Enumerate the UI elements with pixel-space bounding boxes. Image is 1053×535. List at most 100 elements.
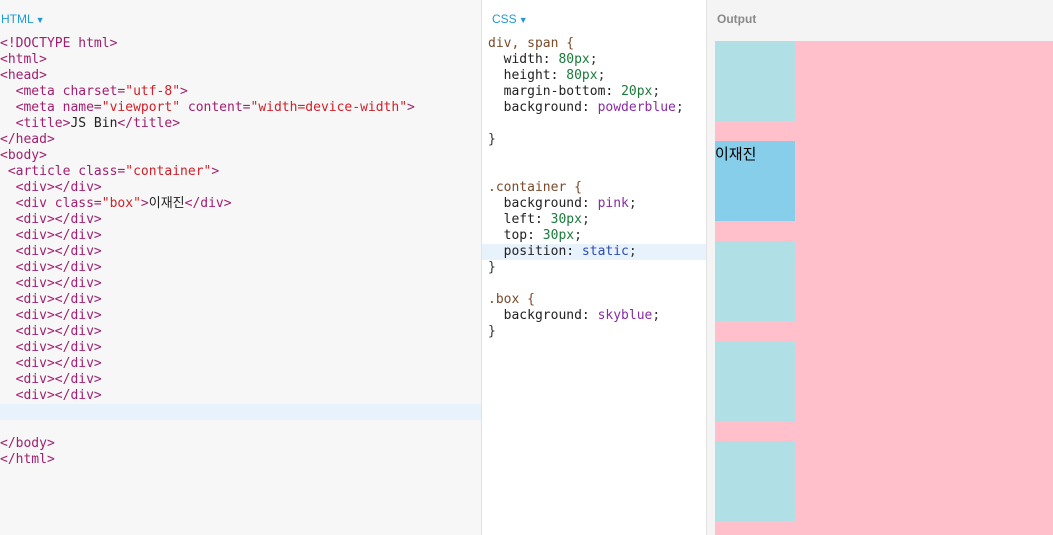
css-code-token: ;	[574, 228, 582, 243]
css-code-token: 80px	[566, 68, 598, 83]
html-panel-toggle[interactable]: HTML ▼	[1, 12, 45, 26]
html-code-line[interactable]: <meta charset="utf-8">	[0, 84, 481, 100]
html-code-line[interactable]: <meta name="viewport" content="width=dev…	[0, 100, 481, 116]
css-code-token: 30px	[550, 212, 582, 227]
html-code-token: <meta	[15, 84, 63, 99]
html-code-line[interactable]	[0, 404, 481, 420]
css-code-line[interactable]: }	[482, 324, 706, 340]
html-code-line[interactable]: <div class="box">이재진</div>	[0, 196, 481, 212]
html-code-token: <div></div>	[15, 388, 102, 403]
css-code-line[interactable]: margin-bottom: 20px;	[482, 84, 706, 100]
html-code-token: <div></div>	[15, 372, 102, 387]
html-code-token: <html>	[0, 52, 47, 67]
css-code-token: ;	[652, 84, 661, 99]
html-code-line[interactable]: </head>	[0, 132, 481, 148]
html-code-line[interactable]: <title>JS Bin</title>	[0, 116, 481, 132]
html-code-line[interactable]: <div></div>	[0, 388, 481, 404]
html-code-token	[0, 244, 16, 259]
css-code-line[interactable]: div, span {	[482, 36, 706, 52]
html-code-token: JS Bin	[70, 116, 118, 131]
html-code-token: >	[211, 164, 220, 179]
css-code-token: ;	[597, 68, 606, 83]
css-code-line[interactable]: background: skyblue;	[482, 308, 706, 324]
html-code-line[interactable]: <div></div>	[0, 372, 481, 388]
html-code-token	[0, 324, 16, 339]
html-code-line[interactable]: <div></div>	[0, 276, 481, 292]
css-code-token: ;	[628, 244, 637, 259]
html-code-token: charset=	[62, 84, 126, 99]
css-code-token: ;	[652, 308, 661, 323]
html-code-line[interactable]: <div></div>	[0, 212, 481, 228]
html-code-token	[0, 292, 16, 307]
html-code-token: class=	[78, 164, 126, 179]
html-code-line[interactable]: <body>	[0, 148, 481, 164]
html-code-line[interactable]: <div></div>	[0, 356, 481, 372]
css-code-editor[interactable]: div, span { width: 80px; height: 80px; m…	[482, 36, 706, 340]
css-code-line[interactable]: position: static;	[482, 244, 706, 260]
css-code-line[interactable]	[482, 116, 706, 132]
css-code-line[interactable]: top: 30px;	[482, 228, 706, 244]
css-code-line[interactable]: .box {	[482, 292, 706, 308]
css-code-line[interactable]: .container {	[482, 180, 706, 196]
html-code-token	[0, 356, 16, 371]
html-code-line[interactable]: <div></div>	[0, 308, 481, 324]
html-code-token: </head>	[0, 132, 55, 147]
html-code-token: "viewport"	[101, 100, 181, 115]
html-code-token: <div></div>	[15, 340, 102, 355]
html-code-token	[0, 228, 16, 243]
html-code-editor[interactable]: <!DOCTYPE html> <html> <head> <meta charse…	[0, 36, 481, 468]
css-code-token: ;	[589, 52, 598, 67]
html-code-token	[0, 180, 16, 195]
output-container-article: 이재진	[715, 41, 1053, 535]
output-div	[715, 441, 795, 521]
html-code-line[interactable]: <head>	[0, 68, 481, 84]
css-code-token: height:	[488, 68, 567, 83]
css-code-line[interactable]: width: 80px;	[482, 52, 706, 68]
css-code-token: 80px	[558, 52, 590, 67]
css-code-line[interactable]	[482, 276, 706, 292]
css-code-token: margin-bottom:	[488, 84, 622, 99]
css-code-line[interactable]	[482, 148, 706, 164]
html-code-line[interactable]: <div></div>	[0, 260, 481, 276]
html-code-line[interactable]: <div></div>	[0, 228, 481, 244]
css-code-token: position:	[488, 244, 582, 259]
output-panel-label: Output	[717, 12, 757, 26]
html-code-line[interactable]	[0, 420, 481, 436]
css-code-token: .box {	[488, 292, 535, 307]
css-code-line[interactable]: background: pink;	[482, 196, 706, 212]
html-code-token: name=	[62, 100, 102, 115]
html-code-line[interactable]: <div></div>	[0, 340, 481, 356]
css-code-line[interactable]: }	[482, 132, 706, 148]
html-code-token: <div></div>	[15, 292, 102, 307]
css-code-token: pink	[597, 196, 629, 211]
css-code-line[interactable]: background: powderblue;	[482, 100, 706, 116]
html-code-line[interactable]: <!DOCTYPE html>	[0, 36, 481, 52]
html-code-token	[0, 372, 16, 387]
html-code-token	[0, 100, 16, 115]
css-code-line[interactable]: left: 30px;	[482, 212, 706, 228]
html-code-line[interactable]: <div></div>	[0, 180, 481, 196]
css-code-token: background:	[488, 100, 598, 115]
html-code-token: <!DOCTYPE html>	[0, 36, 118, 51]
css-code-line[interactable]: height: 80px;	[482, 68, 706, 84]
css-code-line[interactable]: }	[482, 260, 706, 276]
css-panel-toggle[interactable]: CSS ▼	[492, 12, 528, 26]
html-code-line[interactable]: <div></div>	[0, 244, 481, 260]
html-code-line[interactable]: <div></div>	[0, 292, 481, 308]
html-code-line[interactable]: <html>	[0, 52, 481, 68]
css-code-token: ;	[581, 212, 590, 227]
html-code-token	[0, 84, 16, 99]
html-code-token: <div></div>	[15, 228, 102, 243]
html-code-line[interactable]: <article class="container">	[0, 164, 481, 180]
html-code-line[interactable]: </body>	[0, 436, 481, 452]
css-code-token: static	[581, 244, 629, 259]
html-code-token: 이재진	[148, 196, 185, 211]
html-code-token: >	[140, 196, 149, 211]
css-code-token: top:	[488, 228, 543, 243]
css-code-line[interactable]	[482, 164, 706, 180]
css-code-token: }	[488, 260, 496, 275]
html-code-token: <div></div>	[15, 324, 102, 339]
html-code-line[interactable]: <div></div>	[0, 324, 481, 340]
html-code-line[interactable]: </html>	[0, 452, 481, 468]
css-code-token: div, span {	[488, 36, 575, 51]
